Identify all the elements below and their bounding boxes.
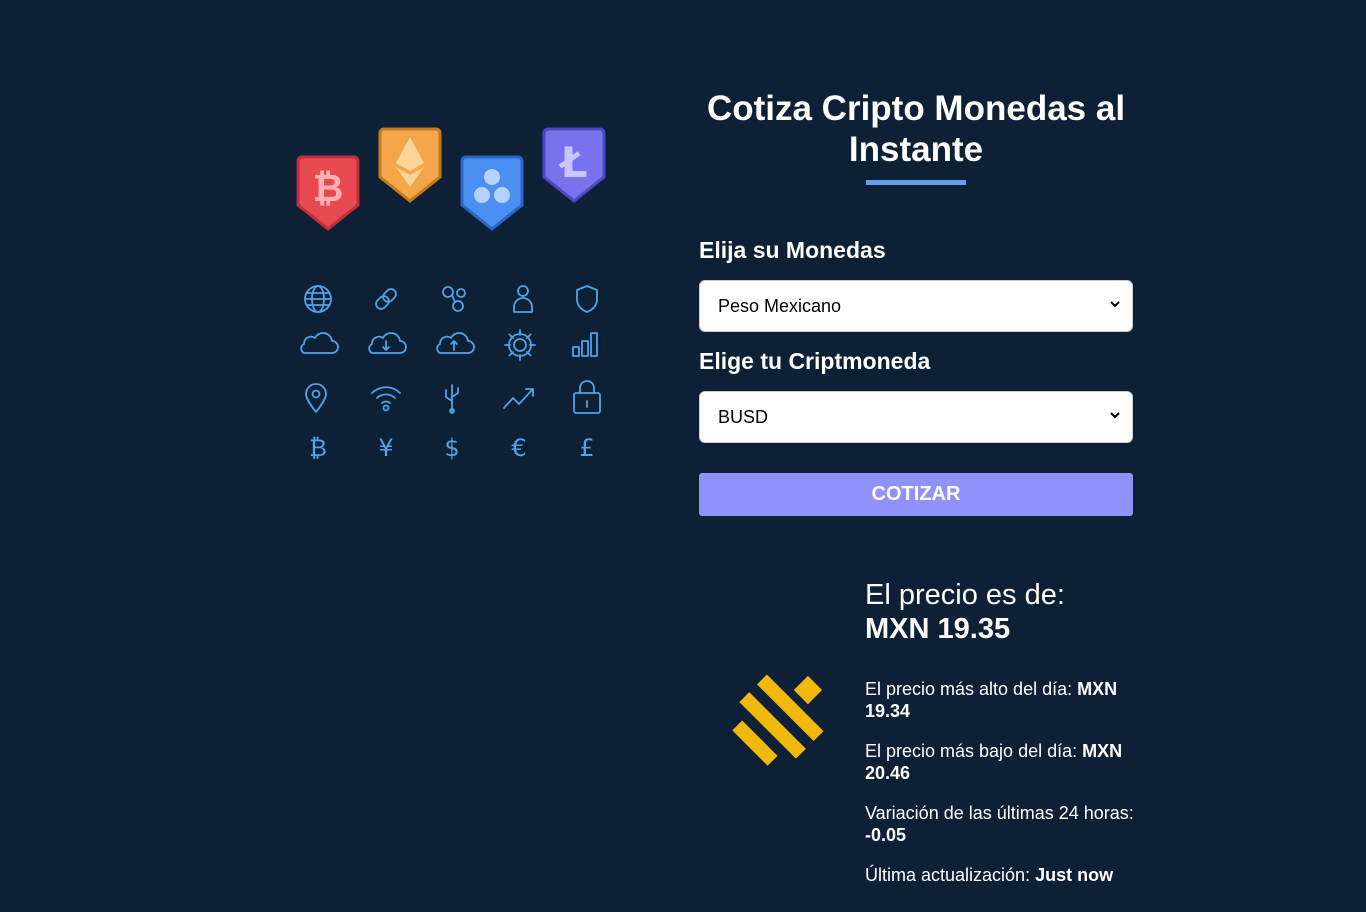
- chevron-down-icon: [1110, 301, 1120, 308]
- nodes-icon: [442, 286, 466, 312]
- cotizar-button[interactable]: COTIZAR: [699, 473, 1133, 516]
- high-price: El precio más alto del día: MXN 19.34: [865, 678, 1135, 722]
- cloud-icon: [300, 332, 339, 354]
- dollar-icon: $: [444, 434, 459, 462]
- crypto-badges-illustration: ₿ Ł: [296, 127, 606, 231]
- bitcoin-badge-icon: ₿: [296, 155, 360, 231]
- ripple-badge-icon: [460, 155, 524, 231]
- link-icon: [375, 288, 397, 310]
- pound-icon: £: [579, 434, 594, 462]
- gear-icon: [504, 329, 536, 361]
- cloud-download-icon: [368, 332, 407, 354]
- svg-text:₿: ₿: [313, 166, 344, 210]
- crypto-label: Elige tu Criptmoneda: [699, 348, 931, 374]
- quote-result: El precio es de: MXN 19.35 El precio más…: [865, 578, 1145, 885]
- high-price-label: El precio más alto del día:: [865, 679, 1073, 699]
- trend-up-icon: [503, 388, 534, 409]
- feature-icon-grid: ₿ ¥ $ € £: [300, 285, 601, 462]
- last-updated-label: Última actualización:: [865, 865, 1031, 885]
- bitcoin-icon: ₿: [309, 434, 327, 462]
- currency-select-value: Peso Mexicano: [718, 295, 842, 316]
- crypto-select-value: BUSD: [718, 406, 769, 427]
- busd-logo-icon: [732, 674, 824, 766]
- euro-icon: €: [511, 434, 526, 462]
- litecoin-badge-icon: Ł: [542, 127, 606, 203]
- low-price: El precio más bajo del día: MXN 20.46: [865, 740, 1135, 784]
- change-24h-value: -0.05: [865, 825, 907, 845]
- map-pin-icon: [305, 383, 327, 413]
- yen-icon: ¥: [378, 434, 393, 462]
- title-underline: [866, 180, 966, 185]
- usb-icon: [445, 384, 459, 414]
- svg-text:Ł: Ł: [559, 138, 588, 187]
- svg-text:£: £: [579, 434, 594, 462]
- bar-chart-icon: [572, 332, 598, 357]
- page-title: Cotiza Cripto Monedas al Instante: [706, 89, 1126, 169]
- low-price-label: El precio más bajo del día:: [865, 741, 1078, 761]
- price-value: MXN 19.35: [865, 613, 1011, 645]
- wifi-icon: [371, 386, 401, 412]
- chevron-down-icon: [1110, 412, 1120, 419]
- svg-text:$: $: [444, 434, 459, 462]
- currency-label: Elija su Monedas: [699, 237, 886, 263]
- cloud-upload-icon: [436, 332, 475, 354]
- last-updated-value: Just now: [1035, 865, 1114, 885]
- crypto-select[interactable]: BUSD: [699, 391, 1133, 443]
- user-icon: [513, 285, 533, 313]
- svg-text:¥: ¥: [378, 434, 393, 462]
- change-24h-label: Variación de las últimas 24 horas:: [865, 803, 1134, 823]
- shield-icon: [576, 285, 598, 313]
- lock-icon: [573, 380, 601, 414]
- svg-text:₿: ₿: [309, 434, 327, 462]
- currency-select[interactable]: Peso Mexicano: [699, 280, 1133, 332]
- ethereum-badge-icon: [378, 127, 442, 203]
- price-label: El precio es de:: [865, 579, 1065, 611]
- last-updated: Última actualización: Just now: [865, 864, 1135, 886]
- globe-icon: [304, 285, 332, 313]
- change-24h: Variación de las últimas 24 horas: -0.05: [865, 802, 1135, 846]
- svg-text:€: €: [511, 434, 526, 462]
